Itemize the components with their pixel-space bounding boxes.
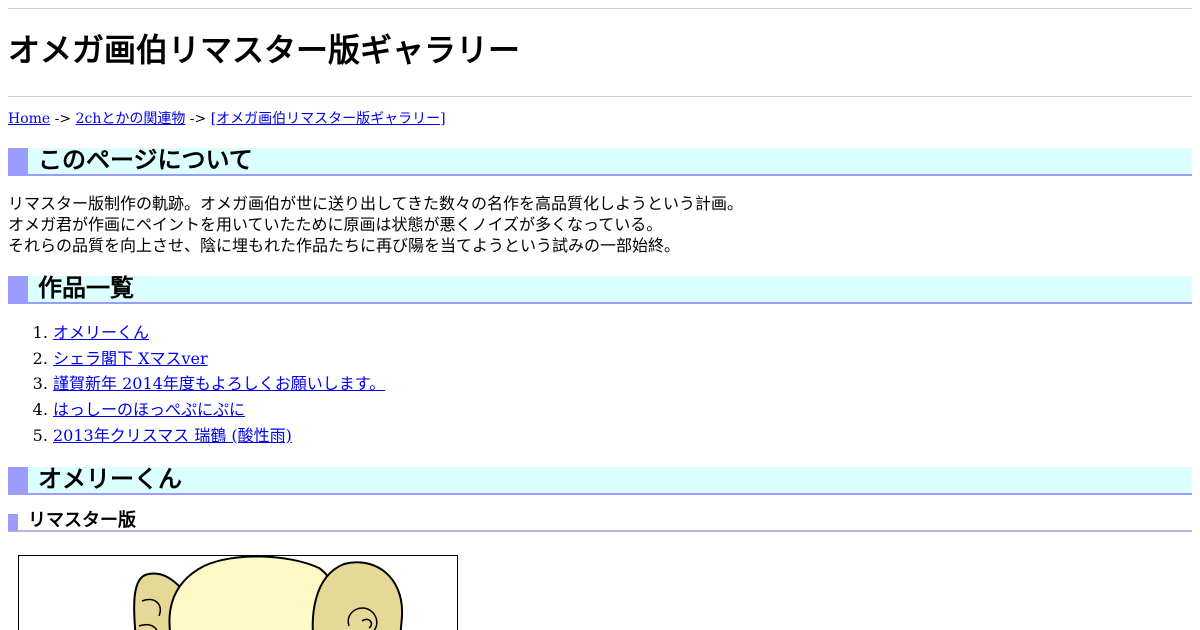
top-divider bbox=[8, 8, 1192, 9]
about-text: リマスター版制作の軌跡。オメガ画伯が世に送り出してきた数々の名作を高品質化しよう… bbox=[8, 193, 743, 256]
works-heading-bar: 作品一覧 bbox=[8, 274, 1192, 304]
title-divider bbox=[8, 96, 1192, 97]
subheading-marker bbox=[8, 514, 18, 531]
works-list-item: オメリーくん bbox=[53, 320, 385, 346]
work-link-zuikaku[interactable]: 2013年クリスマス 瑞鶴 (酸性雨) bbox=[53, 426, 292, 445]
breadcrumb-home-link[interactable]: Home bbox=[8, 111, 50, 127]
omeri-heading-bar: オメリーくん bbox=[8, 465, 1192, 495]
page-title: オメガ画伯リマスター版ギャラリー bbox=[8, 31, 521, 69]
heading-marker bbox=[8, 276, 28, 302]
works-list-item: シェラ閣下 Xマスver bbox=[53, 346, 385, 372]
omeri-artwork-image bbox=[18, 555, 458, 630]
works-list-item: 2013年クリスマス 瑞鶴 (酸性雨) bbox=[53, 423, 385, 449]
works-list-item: はっしーのほっぺぷにぷに bbox=[53, 397, 385, 423]
work-link-hasshi[interactable]: はっしーのほっぺぷにぷに bbox=[53, 400, 245, 419]
about-heading: このページについて bbox=[38, 146, 253, 174]
omeri-kun-illustration-icon bbox=[133, 556, 404, 630]
omeri-heading: オメリーくん bbox=[38, 465, 182, 493]
remaster-subheading: リマスター版 bbox=[28, 510, 136, 531]
about-line: それらの品質を向上させ、陰に埋もれた作品たちに再び陽を当てようという試みの一部始… bbox=[8, 236, 681, 255]
breadcrumb: Home -> 2chとかの関連物 -> [オメガ画伯リマスター版ギャラリー] bbox=[8, 110, 446, 128]
work-link-omeri[interactable]: オメリーくん bbox=[53, 323, 149, 342]
about-line: リマスター版制作の軌跡。オメガ画伯が世に送り出してきた数々の名作を高品質化しよう… bbox=[8, 194, 744, 213]
work-link-new-year[interactable]: 謹賀新年 2014年度もよろしくお願いします。 bbox=[53, 374, 385, 393]
works-list: オメリーくん シェラ閣下 Xマスver 謹賀新年 2014年度もよろしくお願いし… bbox=[8, 320, 385, 449]
heading-marker bbox=[8, 148, 28, 174]
breadcrumb-separator: -> bbox=[50, 111, 76, 127]
work-link-shera[interactable]: シェラ閣下 Xマスver bbox=[53, 349, 208, 368]
breadcrumb-parent-link[interactable]: 2chとかの関連物 bbox=[76, 111, 186, 127]
breadcrumb-current-link[interactable]: [オメガ画伯リマスター版ギャラリー] bbox=[211, 111, 446, 127]
breadcrumb-separator: -> bbox=[185, 111, 211, 127]
about-line: オメガ君が作画にペイントを用いていたために原画は状態が悪くノイズが多くなっている… bbox=[8, 215, 663, 234]
remaster-subheading-bar: リマスター版 bbox=[8, 510, 1192, 532]
heading-marker bbox=[8, 467, 28, 493]
works-heading: 作品一覧 bbox=[38, 274, 134, 302]
about-heading-bar: このページについて bbox=[8, 146, 1192, 176]
works-list-item: 謹賀新年 2014年度もよろしくお願いします。 bbox=[53, 371, 385, 397]
